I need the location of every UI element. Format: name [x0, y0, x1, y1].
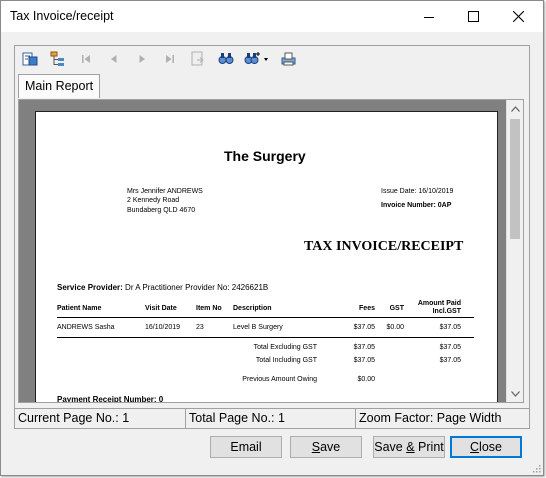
col-patient-name: Patient Name [57, 305, 102, 312]
report-toolbar [15, 46, 529, 72]
close-icon [513, 11, 524, 22]
save-print-button[interactable]: Save & Print [373, 436, 445, 458]
col-gst: GST [389, 305, 404, 312]
col-description: Description [233, 305, 272, 312]
patient-address-line-3: Bundaberg QLD 4670 [127, 207, 196, 214]
total-incl-paid: $37.05 [439, 357, 461, 364]
patient-address-line-2: 2 Kennedy Road [127, 197, 180, 204]
total-excl-fees: $37.05 [353, 344, 375, 351]
report-tabs: Main Report [15, 73, 529, 98]
row-item-no: 23 [196, 324, 204, 331]
service-provider-label: Service Provider: [57, 283, 123, 292]
email-button-label: Email [230, 440, 262, 454]
scroll-thumb[interactable] [510, 119, 520, 239]
invoice-heading: TAX INVOICE/RECEIPT [304, 239, 464, 254]
invoice-number: Invoice Number: 0AP [381, 202, 452, 209]
zoom-icon[interactable] [243, 50, 269, 68]
practice-name: The Surgery [224, 148, 306, 164]
save-hotkey: S [311, 440, 321, 454]
goto-page-icon[interactable] [189, 50, 207, 68]
resize-grip-icon[interactable] [531, 463, 541, 473]
previous-owing-label: Previous Amount Owing [242, 376, 317, 383]
minimize-button[interactable] [406, 1, 451, 32]
total-incl-label: Total Including GST [255, 357, 317, 364]
col-item-no: Item No [196, 305, 222, 312]
col-fees: Fees [359, 305, 375, 312]
row-patient-name: ANDREWS Sasha [57, 324, 115, 331]
save-print-label-a: Save [374, 440, 407, 454]
row-description: Level B Surgery [233, 324, 283, 331]
payment-receipt-number: Payment Receipt Number: 0 [57, 395, 164, 403]
previous-page-icon[interactable] [105, 50, 123, 68]
close-button[interactable]: Close [450, 436, 522, 458]
next-page-icon[interactable] [133, 50, 151, 68]
col-visit-date: Visit Date [145, 305, 177, 312]
first-page-icon[interactable] [77, 50, 95, 68]
scroll-up-icon[interactable] [507, 100, 523, 117]
maximize-icon [468, 11, 479, 22]
maximize-button[interactable] [451, 1, 496, 32]
current-page-status: Current Page No.: 1 [15, 409, 186, 428]
vertical-scrollbar[interactable] [506, 100, 523, 402]
col-amount-paid: Amount Paid [417, 300, 461, 307]
previous-owing-value: $0.00 [357, 376, 375, 383]
row-gst: $0.00 [386, 324, 404, 331]
scroll-down-icon[interactable] [507, 385, 523, 402]
total-excl-label: Total Excluding GST [253, 344, 317, 351]
tab-main-report[interactable]: Main Report [18, 74, 101, 98]
row-amount-paid: $37.05 [439, 324, 461, 331]
invoice-page: The Surgery Mrs Jennifer ANDREWS 2 Kenne… [35, 111, 498, 403]
row-visit-date: 16/10/2019 [145, 324, 181, 331]
print-icon[interactable] [279, 50, 297, 68]
row-fees: $37.05 [353, 324, 375, 331]
save-print-hotkey: & [406, 440, 415, 454]
row-divider [57, 337, 474, 338]
search-icon[interactable] [217, 50, 235, 68]
total-incl-fees: $37.05 [353, 357, 375, 364]
last-page-icon[interactable] [161, 50, 179, 68]
export-icon[interactable] [21, 50, 39, 68]
report-viewer-frame: Main Report The Surgery Mrs Jennifer AND… [14, 45, 530, 429]
title-bar: Tax Invoice/receipt [1, 1, 543, 32]
close-hotkey: C [470, 440, 480, 454]
total-page-status: Total Page No.: 1 [186, 409, 356, 428]
report-preview[interactable]: The Surgery Mrs Jennifer ANDREWS 2 Kenne… [18, 99, 524, 403]
window-title: Tax Invoice/receipt [10, 9, 114, 23]
issue-date: Issue Date: 16/10/2019 [381, 188, 454, 195]
patient-address-line-1: Mrs Jennifer ANDREWS [127, 188, 203, 195]
col-amount-paid-sub: Incl.GST [432, 308, 461, 315]
header-divider [57, 317, 474, 318]
email-button[interactable]: Email [210, 436, 282, 458]
save-print-label-b: Print [414, 440, 444, 454]
zoom-status: Zoom Factor: Page Width [359, 411, 502, 425]
close-button-label: lose [479, 440, 502, 454]
save-button-label: ave [320, 440, 341, 454]
invoice-window: Tax Invoice/receipt Main Report The Surg… [0, 0, 544, 476]
group-tree-icon[interactable] [49, 50, 67, 68]
save-button[interactable]: Save [290, 436, 362, 458]
status-bar: Current Page No.: 1 Total Page No.: 1 Zo… [15, 408, 529, 428]
service-provider-value: Dr A Practitioner Provider No: 2426621B [125, 283, 269, 292]
close-window-button[interactable] [496, 1, 541, 32]
minimize-icon [423, 16, 434, 18]
total-excl-paid: $37.05 [439, 344, 461, 351]
